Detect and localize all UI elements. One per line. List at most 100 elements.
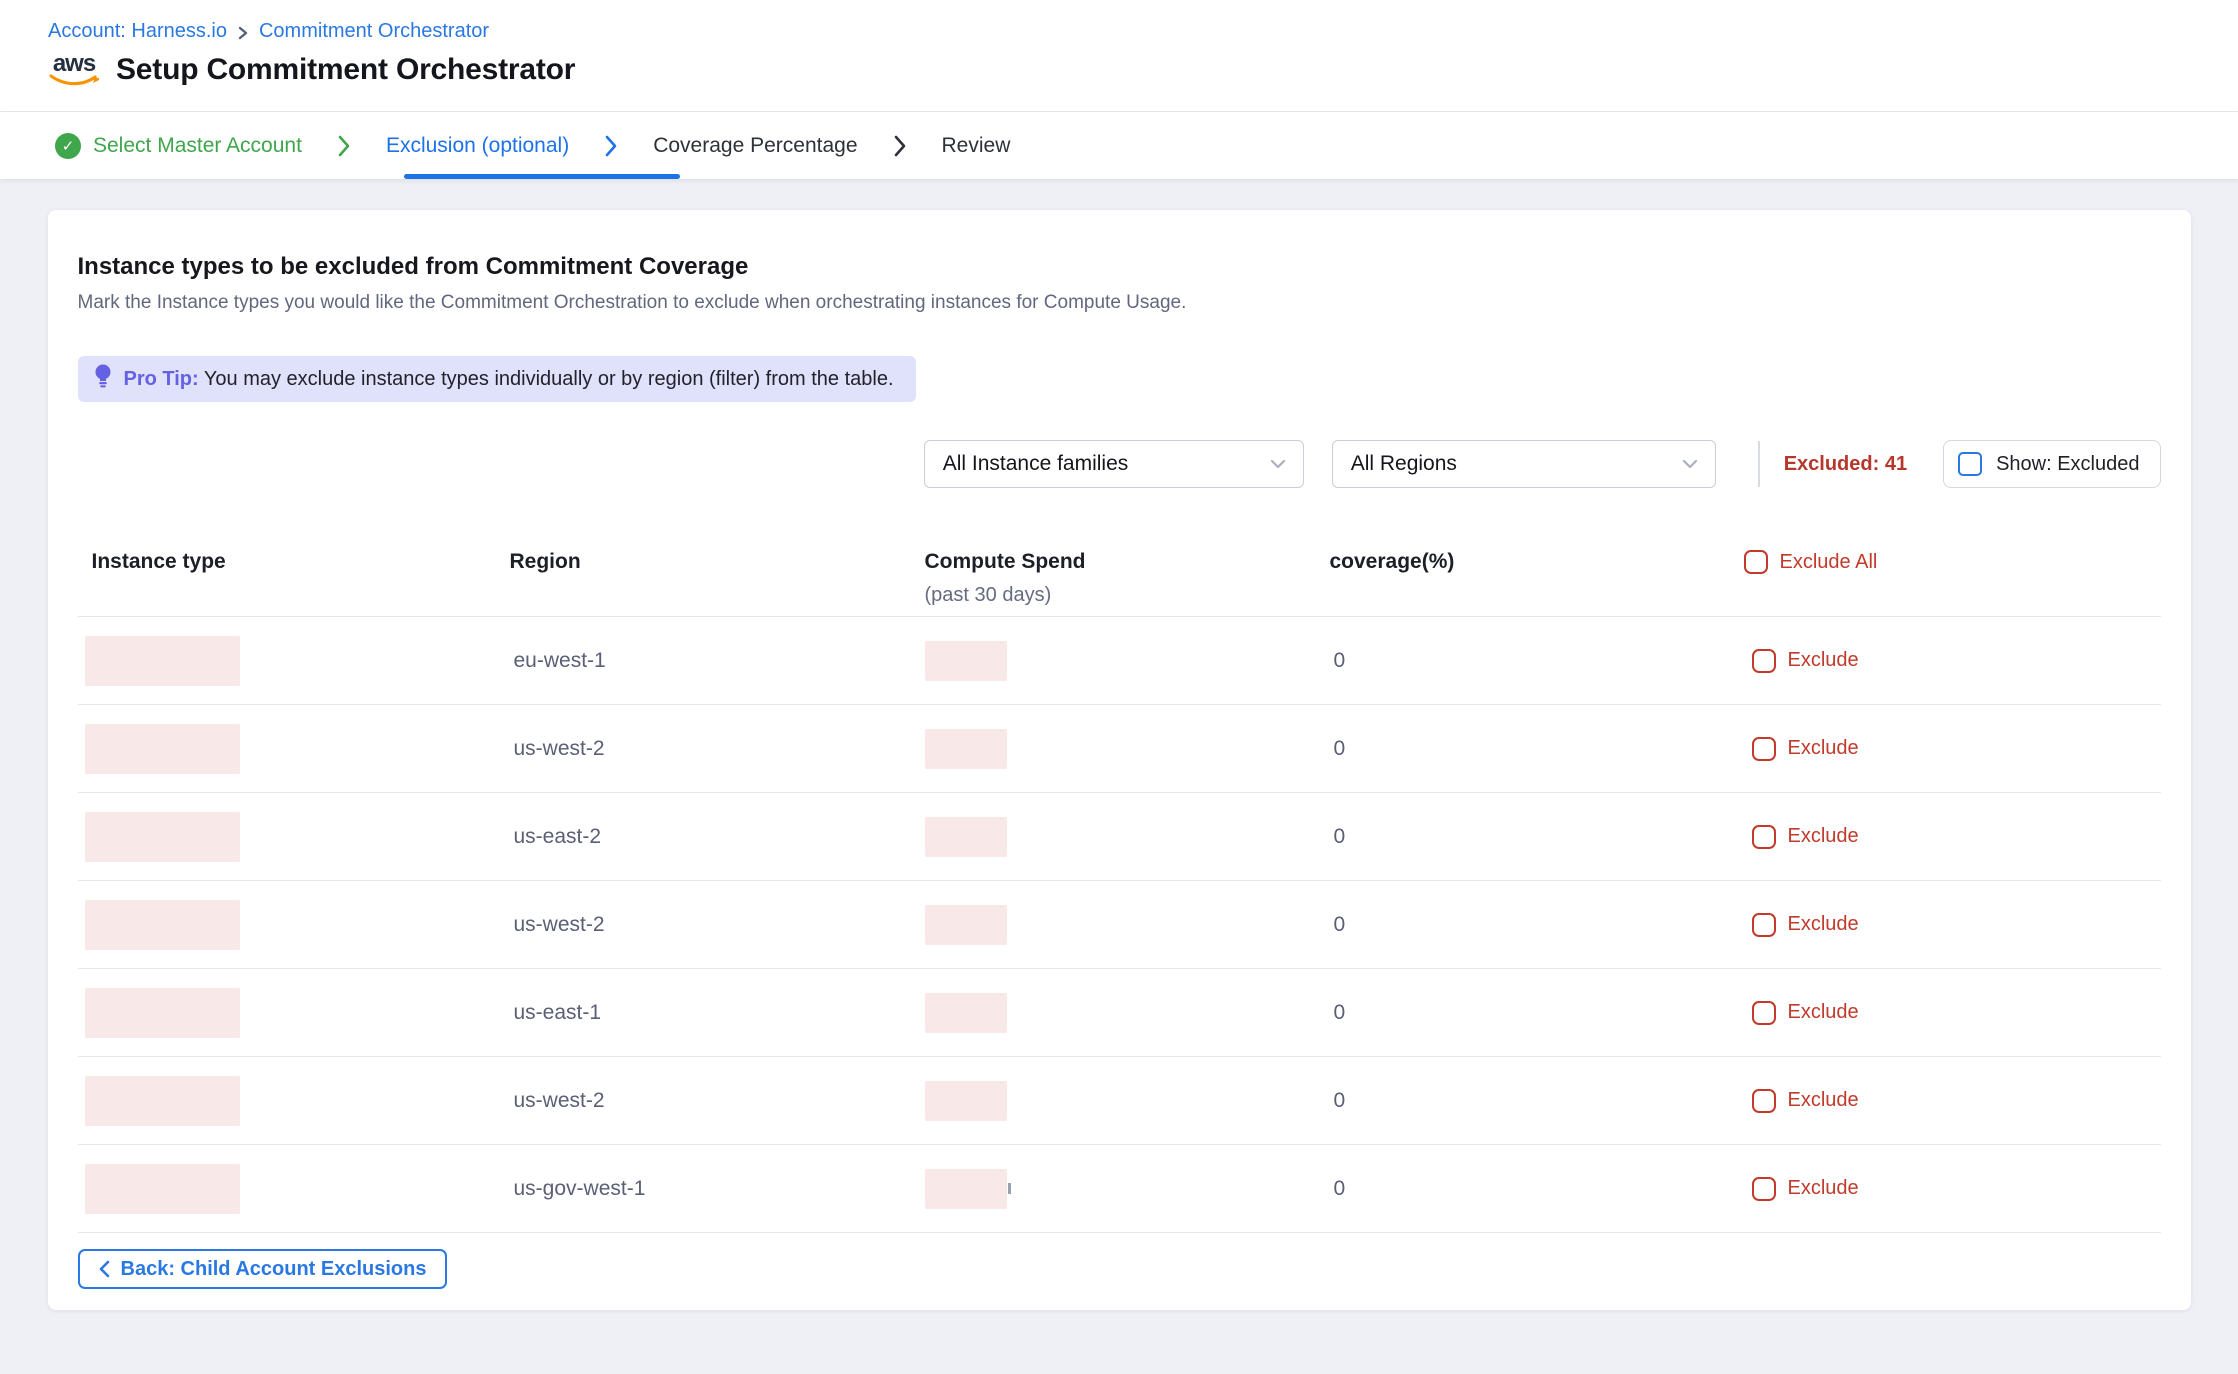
step-chevron-icon	[892, 134, 908, 158]
redacted-instance-type	[85, 812, 240, 862]
redacted-compute-spend	[925, 1169, 1007, 1209]
exclude-all-checkbox[interactable]	[1744, 550, 1768, 574]
step-select-master-account[interactable]: ✓ Select Master Account	[55, 133, 302, 159]
exclude-row-control[interactable]: Exclude	[1744, 1001, 2161, 1025]
cell-compute-spend	[925, 905, 1330, 945]
panel-heading: Instance types to be excluded from Commi…	[78, 252, 2161, 282]
exclude-row-checkbox[interactable]	[1752, 737, 1776, 761]
redacted-compute-spend	[925, 1081, 1007, 1121]
cell-region: us-west-2	[508, 913, 925, 937]
step-review[interactable]: Review	[942, 134, 1011, 158]
excluded-count-badge: Excluded: 41	[1784, 453, 1907, 476]
regions-dropdown[interactable]: All Regions	[1332, 440, 1716, 488]
redacted-instance-type	[85, 900, 240, 950]
table-row: us-east-2 0 Exclude	[78, 793, 2161, 881]
exclude-row-label: Exclude	[1788, 913, 1859, 936]
table-row: us-west-2 0 Exclude	[78, 705, 2161, 793]
back-button[interactable]: Back: Child Account Exclusions	[78, 1249, 447, 1289]
cell-region: us-east-1	[508, 1001, 925, 1025]
show-excluded-checkbox[interactable]	[1958, 452, 1982, 476]
back-button-label: Back: Child Account Exclusions	[121, 1258, 427, 1281]
col-header-region: Region	[508, 550, 925, 574]
lightbulb-icon	[94, 363, 112, 395]
step-label: Review	[942, 134, 1011, 158]
cell-region: us-west-2	[508, 1089, 925, 1113]
exclude-all-control[interactable]: Exclude All	[1744, 550, 2161, 574]
table-row: us-east-1 0 Exclude	[78, 969, 2161, 1057]
cell-instance-type	[78, 812, 508, 862]
cell-region: us-west-2	[508, 737, 925, 761]
page-title: Setup Commitment Orchestrator	[116, 53, 575, 87]
redacted-instance-type	[85, 988, 240, 1038]
exclude-row-control[interactable]: Exclude	[1744, 1177, 2161, 1201]
col-header-coverage: coverage(%)	[1330, 550, 1744, 574]
cell-compute-spend	[925, 817, 1330, 857]
cell-region: eu-west-1	[508, 649, 925, 673]
redacted-compute-spend	[925, 817, 1007, 857]
breadcrumb-page-link[interactable]: Commitment Orchestrator	[259, 20, 489, 43]
table-row: us-west-2 0 Exclude	[78, 1057, 2161, 1145]
cell-coverage: 0	[1330, 1001, 1744, 1025]
exclude-row-control[interactable]: Exclude	[1744, 825, 2161, 849]
chevron-down-icon	[1269, 458, 1287, 470]
regions-value: All Regions	[1351, 452, 1457, 476]
cell-region: us-gov-west-1	[508, 1177, 925, 1201]
pro-tip-text: Pro Tip: You may exclude instance types …	[124, 368, 894, 391]
cell-coverage: 0	[1330, 825, 1744, 849]
col-header-compute-spend-sub: (past 30 days)	[925, 584, 1330, 607]
step-exclusion-optional[interactable]: Exclusion (optional)	[386, 134, 569, 158]
redacted-compute-spend	[925, 641, 1007, 681]
cell-coverage: 0	[1330, 1177, 1744, 1201]
breadcrumb-chevron-icon	[237, 25, 249, 41]
table-row: eu-west-1 0 Exclude	[78, 617, 2161, 705]
redaction-artifact	[1008, 1183, 1011, 1194]
exclude-row-label: Exclude	[1788, 737, 1859, 760]
exclude-all-label: Exclude All	[1780, 551, 1878, 574]
exclude-row-control[interactable]: Exclude	[1744, 913, 2161, 937]
cell-compute-spend	[925, 1169, 1330, 1209]
table-header: Instance type Region Compute Spend (past…	[78, 550, 2161, 617]
step-label: Exclusion (optional)	[386, 134, 569, 158]
cell-coverage: 0	[1330, 1089, 1744, 1113]
cell-coverage: 0	[1330, 737, 1744, 761]
redacted-instance-type	[85, 1164, 240, 1214]
cell-coverage: 0	[1330, 649, 1744, 673]
step-chevron-icon	[336, 134, 352, 158]
redacted-compute-spend	[925, 993, 1007, 1033]
setup-stepper: ✓ Select Master Account Exclusion (optio…	[0, 112, 2238, 179]
exclude-row-checkbox[interactable]	[1752, 825, 1776, 849]
filter-row: All Instance families All Regions Exclud…	[78, 440, 2161, 488]
aws-logo-icon: aws	[48, 54, 100, 87]
col-header-instance-type: Instance type	[78, 550, 508, 574]
breadcrumb-account-link[interactable]: Account: Harness.io	[48, 20, 227, 43]
exclude-row-checkbox[interactable]	[1752, 1089, 1776, 1113]
chevron-left-icon	[98, 1260, 111, 1278]
exclude-row-checkbox[interactable]	[1752, 1001, 1776, 1025]
panel-subheading: Mark the Instance types you would like t…	[78, 290, 2161, 316]
cell-compute-spend	[925, 993, 1330, 1033]
exclude-row-control[interactable]: Exclude	[1744, 649, 2161, 673]
step-label: Select Master Account	[93, 134, 302, 158]
step-coverage-percentage[interactable]: Coverage Percentage	[653, 134, 857, 158]
exclude-row-checkbox[interactable]	[1752, 649, 1776, 673]
exclude-row-checkbox[interactable]	[1752, 913, 1776, 937]
exclude-row-control[interactable]: Exclude	[1744, 1089, 2161, 1113]
cell-instance-type	[78, 900, 508, 950]
redacted-instance-type	[85, 724, 240, 774]
cell-instance-type	[78, 1164, 508, 1214]
exclusion-panel: Instance types to be excluded from Commi…	[48, 210, 2191, 1310]
cell-compute-spend	[925, 1081, 1330, 1121]
exclude-row-checkbox[interactable]	[1752, 1177, 1776, 1201]
cell-instance-type	[78, 1076, 508, 1126]
active-tab-underline	[404, 174, 680, 179]
exclude-row-control[interactable]: Exclude	[1744, 737, 2161, 761]
redacted-compute-spend	[925, 729, 1007, 769]
exclude-row-label: Exclude	[1788, 825, 1859, 848]
step-chevron-icon	[603, 134, 619, 158]
table-body: eu-west-1 0 Exclude us-west-2 0 Exclude	[78, 617, 2161, 1233]
show-excluded-toggle[interactable]: Show: Excluded	[1943, 440, 2160, 488]
instance-families-dropdown[interactable]: All Instance families	[924, 440, 1304, 488]
cell-instance-type	[78, 636, 508, 686]
col-header-compute-spend: Compute Spend (past 30 days)	[925, 550, 1330, 607]
exclude-row-label: Exclude	[1788, 1089, 1859, 1112]
